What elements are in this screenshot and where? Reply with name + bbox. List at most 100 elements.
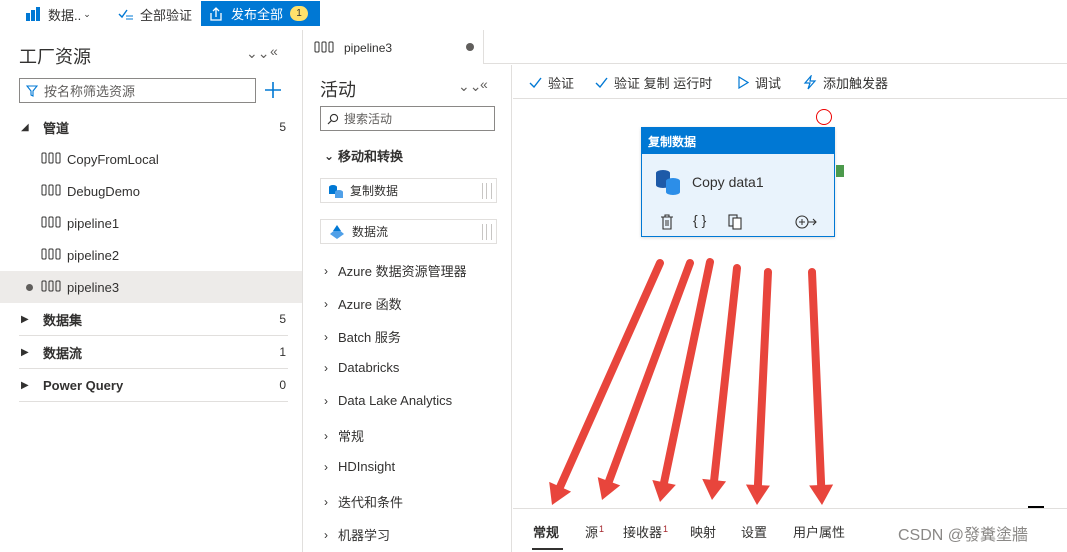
copy-icon[interactable] <box>728 214 742 230</box>
pipeline-icon <box>41 248 61 260</box>
drag-handle[interactable] <box>482 183 492 199</box>
error-count-badge: 1 <box>663 523 669 534</box>
success-output-handle[interactable] <box>836 165 844 177</box>
tree-item-pipeline[interactable]: DebugDemo <box>0 175 302 207</box>
code-icon[interactable]: { } <box>693 212 706 228</box>
tab-label: 映射 <box>690 525 717 540</box>
caret-right-icon: ▶ <box>21 313 29 325</box>
group-machine-learning[interactable]: › 机器学习 <box>324 525 390 544</box>
error-count-badge: 1 <box>599 523 605 534</box>
collapse-all-icon[interactable]: ⌄⌄ <box>246 45 269 62</box>
tree-category-dataflows[interactable]: ▶ 数据流 1 <box>0 336 302 368</box>
group-general[interactable]: › 常规 <box>324 426 364 445</box>
tree-category-pipelines[interactable]: ◢ 管道 5 <box>0 111 302 143</box>
tree-item-pipeline-selected[interactable]: pipeline3 <box>0 271 302 303</box>
validate-all-icon <box>118 7 134 21</box>
group-iteration-conditionals[interactable]: › 迭代和条件 <box>324 492 403 511</box>
category-label: 管道 <box>43 120 70 136</box>
activity-search-input[interactable]: 搜索活动 <box>320 106 495 131</box>
add-resource-button[interactable] <box>263 80 283 100</box>
publish-all-button[interactable]: 发布全部 1 <box>201 1 320 26</box>
activity-copy-data[interactable]: 复制数据 <box>320 178 497 203</box>
chevron-right-icon: › <box>324 527 328 542</box>
copy-data-icon <box>328 183 344 199</box>
chevron-down-icon: ⌄ <box>83 8 91 19</box>
group-label: 迭代和条件 <box>338 495 404 510</box>
data-factory-label: 数据.. <box>48 7 82 23</box>
caret-right-icon: ▶ <box>21 346 29 358</box>
group-label: Azure 函数 <box>338 297 402 312</box>
tree-category-datasets[interactable]: ▶ 数据集 5 <box>0 303 302 335</box>
group-hdinsight[interactable]: › HDInsight <box>324 459 395 474</box>
unsaved-dot <box>466 43 474 51</box>
copy-data-activity-node[interactable]: 复制数据 Copy data1 { } <box>641 127 835 237</box>
chevron-right-icon: › <box>324 428 328 443</box>
collapse-panel-icon[interactable]: « <box>270 43 278 59</box>
tree-item-pipeline[interactable]: pipeline2 <box>0 239 302 271</box>
chevron-right-icon: › <box>324 393 328 408</box>
group-label: Azure 数据资源管理器 <box>338 264 467 279</box>
tab-source[interactable]: 源1 <box>585 522 604 541</box>
publish-icon <box>209 6 223 21</box>
validate-button[interactable]: 验证 <box>529 73 574 92</box>
tab-label: pipeline3 <box>344 41 393 55</box>
validate-copy-runtime-label: 验证 复制 运行时 <box>614 76 713 91</box>
node-type-label: 复制数据 <box>642 128 834 154</box>
collapse-panel-icon[interactable]: « <box>480 76 488 92</box>
tab-pipeline3[interactable]: pipeline3 <box>304 30 484 64</box>
tab-label: 设置 <box>741 525 768 540</box>
category-label: 数据集 <box>43 312 83 328</box>
group-label: Batch 服务 <box>338 330 401 345</box>
validate-copy-runtime-button[interactable]: 验证 复制 运行时 <box>595 73 712 92</box>
group-batch-service[interactable]: › Batch 服务 <box>324 327 401 346</box>
search-icon <box>327 113 339 125</box>
pipeline-name: DebugDemo <box>67 183 140 199</box>
minimize-panel-icon[interactable] <box>1028 506 1044 508</box>
activities-title: 活动 <box>320 80 356 100</box>
collapse-all-icon[interactable]: ⌄⌄ <box>458 78 481 95</box>
group-move-transform[interactable]: ⌄ 移动和转换 <box>324 146 403 165</box>
tab-general[interactable]: 常规 <box>533 522 559 541</box>
pipeline-icon <box>41 280 61 292</box>
tab-user-properties[interactable]: 用户属性 <box>793 522 845 541</box>
data-factory-menu[interactable]: 数据.. ⌄ <box>26 0 91 28</box>
tab-label: 用户属性 <box>793 525 846 540</box>
group-databricks[interactable]: › Databricks <box>324 360 399 375</box>
group-azure-data-explorer[interactable]: › Azure 数据资源管理器 <box>324 261 467 280</box>
filter-icon <box>26 84 38 97</box>
add-trigger-label: 添加触发器 <box>823 76 889 91</box>
tab-settings[interactable]: 设置 <box>741 522 767 541</box>
chevron-down-icon: ⌄ <box>324 148 335 163</box>
play-icon <box>738 76 749 89</box>
tree-item-pipeline[interactable]: pipeline1 <box>0 207 302 239</box>
add-trigger-button[interactable]: 添加触发器 <box>803 73 888 92</box>
editor-tab-strip: pipeline3 <box>304 30 1067 64</box>
chevron-right-icon: › <box>324 263 328 278</box>
debug-button[interactable]: 调试 <box>738 73 781 92</box>
drag-handle[interactable] <box>482 224 492 240</box>
tab-mapping[interactable]: 映射 <box>690 522 716 541</box>
activity-data-flow[interactable]: 数据流 <box>320 219 497 244</box>
tree-item-pipeline[interactable]: CopyFromLocal <box>0 143 302 175</box>
chevron-right-icon: › <box>324 360 328 375</box>
category-count: 5 <box>279 312 286 326</box>
pipeline-name: CopyFromLocal <box>67 151 159 167</box>
group-label: Databricks <box>338 360 400 375</box>
resource-filter-input[interactable]: 按名称筛选资源 <box>19 78 256 103</box>
group-azure-functions[interactable]: › Azure 函数 <box>324 294 402 313</box>
tab-sink[interactable]: 接收器1 <box>623 522 668 541</box>
canvas-toolbar: 验证 验证 复制 运行时 调试 添加触发器 <box>513 65 1067 99</box>
validate-all-button[interactable]: 全部验证 <box>118 0 192 28</box>
data-flow-icon <box>328 224 346 240</box>
tree-category-power-query[interactable]: ▶ Power Query 0 <box>0 369 302 401</box>
add-output-icon[interactable] <box>795 215 817 229</box>
unsaved-dot <box>26 283 33 291</box>
tab-label: 接收器 <box>623 525 663 540</box>
debug-label: 调试 <box>755 76 782 91</box>
delete-icon[interactable] <box>660 214 674 230</box>
caret-right-icon: ▶ <box>21 379 29 391</box>
group-data-lake-analytics[interactable]: › Data Lake Analytics <box>324 393 452 408</box>
tab-label: 源 <box>585 525 599 540</box>
watermark: CSDN @發糞塗牆 <box>898 527 1029 544</box>
check-icon <box>529 77 542 88</box>
